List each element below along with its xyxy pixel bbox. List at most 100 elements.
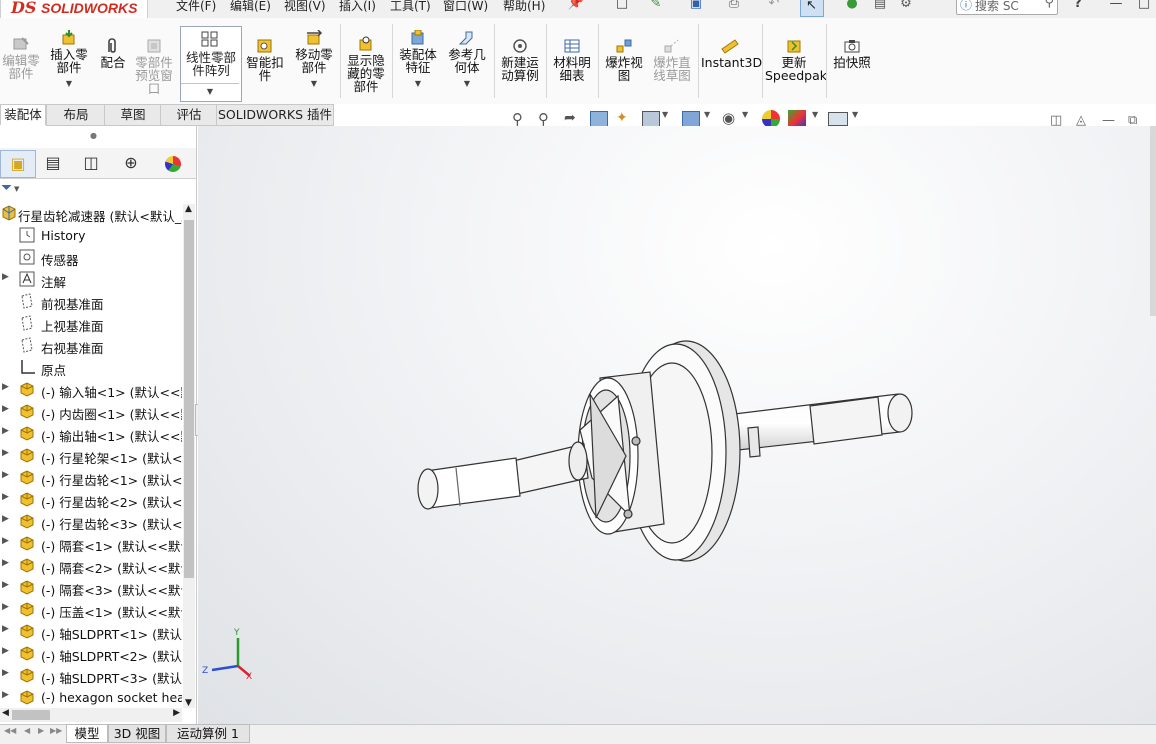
tree-item[interactable]: ▶ (-) 行星齿轮<3> (默认<< <box>0 510 182 532</box>
expand-arrow-icon[interactable]: ▶ <box>2 536 9 546</box>
tab-layout[interactable]: 布局 <box>46 104 106 126</box>
tree-item[interactable]: 右视基准面 <box>0 334 182 356</box>
view-settings-dropdown-icon[interactable]: ▼ <box>852 110 858 119</box>
tree-item[interactable]: ▶ (-) 输出轴<1> (默认<<默 <box>0 422 182 444</box>
take-snapshot-button[interactable]: 拍快照 <box>829 38 875 69</box>
tree-item[interactable]: ▶ (-) 压盖<1> (默认<<默认 <box>0 598 182 620</box>
undo-icon[interactable]: ↶ <box>764 0 784 12</box>
tree-item[interactable]: ▶ (-) 轴SLDPRT<3> (默认< <box>0 664 182 686</box>
reference-geometry-button[interactable]: 参考几 何体 ▼ <box>444 30 490 90</box>
tab-nav-first-icon[interactable]: ◀◀ <box>4 726 16 735</box>
tree-item[interactable]: ▶ (-) 内齿圈<1> (默认<<默 <box>0 400 182 422</box>
tree-item[interactable]: History <box>0 224 182 246</box>
tree-item[interactable]: 传感器 <box>0 246 182 268</box>
open-document-icon[interactable]: ✎ <box>646 0 666 12</box>
tab-3d-views[interactable]: 3D 视图 <box>108 724 166 743</box>
smart-fasteners-button[interactable]: 智能扣 件 <box>243 38 287 82</box>
tree-item[interactable]: ▶ (-) 输入轴<1> (默认<<默 <box>0 378 182 400</box>
print-icon[interactable]: ⎙ <box>724 0 744 12</box>
reference-geometry-dropdown-icon[interactable]: ▼ <box>444 77 490 90</box>
tree-item[interactable]: 原点 <box>0 356 182 378</box>
tab-solidworks-addins[interactable]: SOLIDWORKS 插件 <box>216 104 334 126</box>
explode-line-sketch-button[interactable]: 爆炸直 线草图 <box>649 38 695 82</box>
assembly-features-button[interactable]: 装配体 特征 ▼ <box>395 30 441 90</box>
linear-pattern-dropdown-icon[interactable]: ▼ <box>181 83 239 100</box>
menu-help[interactable]: 帮助(H) <box>503 0 545 14</box>
view-orientation-dropdown-icon[interactable]: ▼ <box>662 110 668 119</box>
show-hidden-components-button[interactable]: 显示隐 藏的零 部件 <box>343 36 389 93</box>
tree-item[interactable]: ▶ (-) 行星齿轮<2> (默认<< <box>0 488 182 510</box>
mate-button[interactable]: 配合 <box>96 38 130 69</box>
expand-arrow-icon[interactable]: ▶ <box>2 272 9 282</box>
expand-arrow-icon[interactable]: ▶ <box>2 668 9 678</box>
maximize-window-icon[interactable]: □ <box>1134 0 1154 12</box>
tab-feature-manager[interactable]: ▣ <box>0 150 36 178</box>
new-motion-study-button[interactable]: 新建运 动算例 <box>497 38 543 82</box>
tree-item[interactable]: ▶ (-) 行星齿轮<1> (默认<< <box>0 466 182 488</box>
planetary-reducer-model[interactable] <box>198 126 1156 724</box>
linear-pattern-button[interactable]: 线性零部 件阵列 ▼ <box>180 26 242 102</box>
menu-file[interactable]: 文件(F) <box>176 0 216 14</box>
graphics-area[interactable]: Y Z X <box>198 126 1156 724</box>
previous-view-icon[interactable]: ➦ <box>564 110 576 126</box>
tree-item[interactable]: ▶ (-) 隔套<2> (默认<<默认 <box>0 554 182 576</box>
scroll-left-icon[interactable]: ◀ <box>2 708 9 718</box>
new-document-icon[interactable]: □ <box>612 0 632 12</box>
expand-arrow-icon[interactable]: ▶ <box>2 602 9 612</box>
tree-item[interactable]: ▶ (-) 隔套<3> (默认<<默认 <box>0 576 182 598</box>
tree-horizontal-scrollbar[interactable]: ◀ ▶ <box>0 708 182 722</box>
expand-arrow-icon[interactable]: ▶ <box>2 624 9 634</box>
bill-of-materials-button[interactable]: 材料明 细表 <box>549 38 595 82</box>
view-settings-monitor-icon[interactable] <box>828 112 848 126</box>
tab-model[interactable]: 模型 <box>66 724 108 743</box>
expand-arrow-icon[interactable]: ▶ <box>2 646 9 656</box>
tab-nav-next-icon[interactable]: ▶ <box>38 726 44 735</box>
exploded-view-button[interactable]: 爆炸视 图 <box>601 38 647 82</box>
pin-icon[interactable]: 📌 <box>566 0 586 12</box>
display-style-dropdown-icon[interactable]: ▼ <box>704 110 710 119</box>
component-preview-button[interactable]: 零部件 预览窗 口 <box>133 38 175 95</box>
viewport-scrollbar[interactable] <box>1150 126 1156 316</box>
move-component-dropdown-icon[interactable]: ▼ <box>292 77 336 90</box>
edit-component-button[interactable]: 编辑零 部件 <box>0 36 42 80</box>
menu-edit[interactable]: 编辑(E) <box>230 0 271 14</box>
menu-view[interactable]: 视图(V) <box>284 0 326 14</box>
move-component-button[interactable]: 移动零 部件 ▼ <box>292 30 336 90</box>
tab-evaluate[interactable]: 评估 <box>160 104 218 126</box>
menu-insert[interactable]: 插入(I) <box>339 0 376 14</box>
expand-arrow-icon[interactable]: ▶ <box>2 558 9 568</box>
save-icon[interactable]: ▣ <box>686 0 706 12</box>
file-properties-icon[interactable]: ▤ <box>870 0 890 12</box>
panel-grip-icon[interactable]: ● <box>90 131 97 140</box>
tab-sketch[interactable]: 草图 <box>104 104 162 126</box>
tree-item[interactable]: ▶ (-) hexagon socket heac <box>0 686 182 708</box>
scroll-down-icon[interactable]: ▼ <box>185 698 192 708</box>
minimize-window-icon[interactable]: — <box>1106 0 1126 12</box>
tree-item[interactable]: ▶ (-) 行星轮架<1> (默认<< <box>0 444 182 466</box>
expand-arrow-icon[interactable]: ▶ <box>2 492 9 502</box>
expand-arrow-icon[interactable]: ▶ <box>2 382 9 392</box>
tab-property-manager[interactable]: ▤ <box>36 150 70 176</box>
expand-arrow-icon[interactable]: ▶ <box>2 404 9 414</box>
display-style-icon[interactable] <box>682 111 700 127</box>
dynamic-annotation-icon[interactable]: ✦ <box>616 110 628 126</box>
rebuild-icon[interactable]: ● <box>842 0 862 12</box>
expand-arrow-icon[interactable]: ▶ <box>2 690 9 700</box>
scroll-thumb[interactable] <box>184 220 194 578</box>
tree-item[interactable]: 上视基准面 <box>0 312 182 334</box>
expand-arrow-icon[interactable]: ▶ <box>2 470 9 480</box>
tab-motion-study-1[interactable]: 运动算例 1 <box>166 724 250 743</box>
scroll-right-icon[interactable]: ▶ <box>173 708 180 718</box>
tree-root-assembly[interactable]: 行星齿轮减速器 (默认<默认_显 <box>0 202 182 224</box>
insert-component-dropdown-icon[interactable]: ▼ <box>47 77 91 90</box>
expand-arrow-icon[interactable]: ▶ <box>2 580 9 590</box>
filter-dropdown-icon[interactable]: ▼ <box>14 185 19 193</box>
assembly-features-dropdown-icon[interactable]: ▼ <box>395 77 441 90</box>
output-shaft[interactable] <box>717 393 913 458</box>
section-view-icon[interactable] <box>590 111 608 127</box>
tab-configuration-manager[interactable]: ◫ <box>74 150 108 176</box>
help-question-icon[interactable]: ? <box>1068 0 1088 12</box>
tree-item[interactable]: ▶ (-) 隔套<1> (默认<<默认 <box>0 532 182 554</box>
tree-item[interactable]: 前视基准面 <box>0 290 182 312</box>
expand-arrow-icon[interactable]: ▶ <box>2 448 9 458</box>
